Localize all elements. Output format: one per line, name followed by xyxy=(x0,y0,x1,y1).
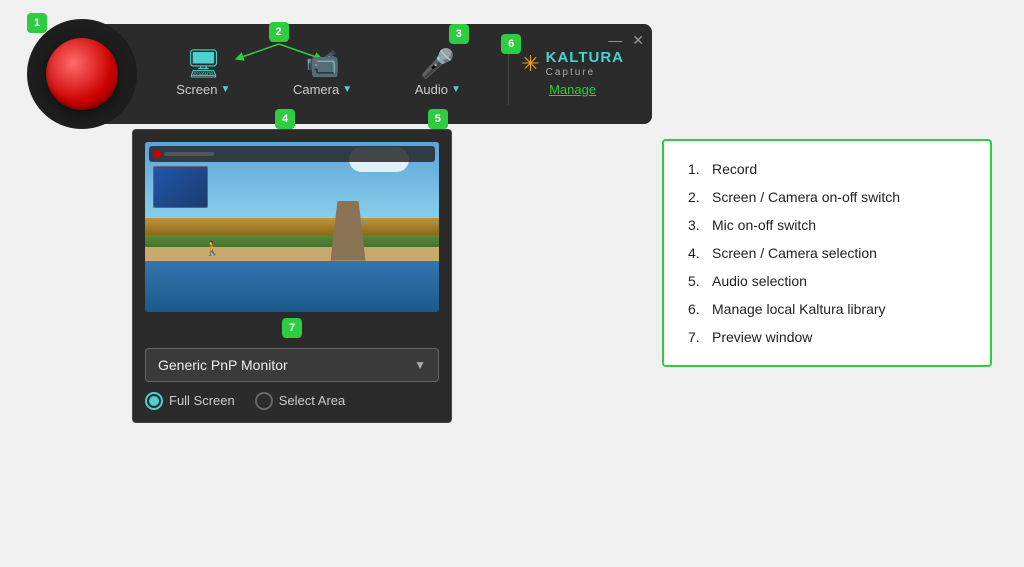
mini-rec-dot xyxy=(153,150,161,158)
close-button[interactable]: ✕ xyxy=(632,32,644,49)
info-text-5: Audio selection xyxy=(712,273,807,289)
monitor-dropdown[interactable]: Generic PnP Monitor ▼ xyxy=(145,348,439,382)
dropdown-arrow-icon: ▼ xyxy=(414,358,426,372)
kaltura-sub: Capture xyxy=(546,67,624,78)
audio-chevron: ▼ xyxy=(451,84,461,95)
preview-panel: 🚶 7 Generic PnP Monitor ▼ Full Screen Se… xyxy=(132,129,452,423)
select-area-option[interactable]: Select Area xyxy=(255,392,346,410)
monitor-label: Generic PnP Monitor xyxy=(158,357,288,373)
info-text-7: Preview window xyxy=(712,329,812,345)
full-screen-radio[interactable] xyxy=(145,392,163,410)
select-area-label: Select Area xyxy=(279,393,346,408)
toolbar: 1 2 🖥 xyxy=(32,24,652,124)
info-num-5: 5. xyxy=(688,273,704,289)
info-item-6: 6. Manage local Kaltura library xyxy=(688,301,966,317)
controls-area: 2 🖥 Screen ▼ xyxy=(137,50,500,97)
main-container: 1 2 🖥 xyxy=(32,24,992,544)
preview-screen: 🚶 xyxy=(145,142,439,312)
preview-water xyxy=(145,252,439,312)
info-text-4: Screen / Camera selection xyxy=(712,245,877,261)
audio-control[interactable]: 3 🎤 Audio ▼ 5 xyxy=(415,50,461,97)
preview-person-icon: 🚶 xyxy=(204,240,221,257)
screen-options: Full Screen Select Area xyxy=(145,392,439,410)
audio-icon: 🎤 xyxy=(420,50,455,78)
camera-icon: 📹 xyxy=(305,50,340,78)
info-item-3: 3. Mic on-off switch xyxy=(688,217,966,233)
screen-chevron: ▼ xyxy=(220,84,230,95)
info-num-4: 4. xyxy=(688,245,704,261)
info-num-6: 6. xyxy=(688,301,704,317)
preview-mini-toolbar xyxy=(149,146,435,162)
info-item-1: 1. Record xyxy=(688,161,966,177)
info-num-7: 7. xyxy=(688,329,704,345)
info-item-2: 2. Screen / Camera on-off switch xyxy=(688,189,966,205)
screen-label: Screen ▼ xyxy=(176,82,230,97)
radio-inner-dot xyxy=(149,396,159,406)
record-button[interactable] xyxy=(46,38,118,110)
preview-sand xyxy=(145,247,439,261)
kaltura-star-icon: ✳ xyxy=(521,51,539,77)
camera-control[interactable]: 📹 Camera ▼ xyxy=(293,50,352,97)
info-item-7: 7. Preview window xyxy=(688,329,966,345)
badge-7: 7 xyxy=(282,318,302,338)
info-item-4: 4. Screen / Camera selection xyxy=(688,245,966,261)
info-text-2: Screen / Camera on-off switch xyxy=(712,189,900,205)
window-controls: — ✕ xyxy=(608,32,644,49)
badge-5: 5 xyxy=(428,109,448,129)
screen-icon: 🖥 xyxy=(186,50,222,78)
camera-label: Camera ▼ xyxy=(293,82,352,97)
badge-3: 3 xyxy=(449,24,469,44)
kaltura-logo: ✳ KALTURA Capture xyxy=(521,50,624,78)
info-item-5: 5. Audio selection xyxy=(688,273,966,289)
info-num-3: 3. xyxy=(688,217,704,233)
info-list: 1. Record 2. Screen / Camera on-off switch 3… xyxy=(688,161,966,345)
info-text-1: Record xyxy=(712,161,757,177)
info-panel: 1. Record 2. Screen / Camera on-off switch 3… xyxy=(662,139,992,367)
info-text-3: Mic on-off switch xyxy=(712,217,816,233)
camera-chevron: ▼ xyxy=(342,84,352,95)
badge-2: 2 xyxy=(269,22,289,42)
kaltura-text: KALTURA Capture xyxy=(546,50,624,78)
badge-1: 1 xyxy=(27,13,47,33)
info-num-2: 2. xyxy=(688,189,704,205)
manage-link[interactable]: Manage xyxy=(549,82,596,97)
screen-control[interactable]: 🖥 Screen ▼ xyxy=(176,50,230,97)
audio-label: Audio ▼ xyxy=(415,82,461,97)
badge-4: 4 xyxy=(275,109,295,129)
minimize-button[interactable]: — xyxy=(608,32,622,49)
info-num-1: 1. xyxy=(688,161,704,177)
kaltura-name: KALTURA xyxy=(546,50,624,67)
select-area-radio[interactable] xyxy=(255,392,273,410)
record-button-wrap: 1 xyxy=(27,19,137,129)
badge-6: 6 xyxy=(501,34,521,54)
mini-bar xyxy=(164,152,214,156)
full-screen-option[interactable]: Full Screen xyxy=(145,392,235,410)
preview-pip xyxy=(153,166,208,208)
full-screen-label: Full Screen xyxy=(169,393,235,408)
kaltura-area: 6 ✳ KALTURA Capture Manage xyxy=(508,42,636,105)
info-text-6: Manage local Kaltura library xyxy=(712,301,886,317)
